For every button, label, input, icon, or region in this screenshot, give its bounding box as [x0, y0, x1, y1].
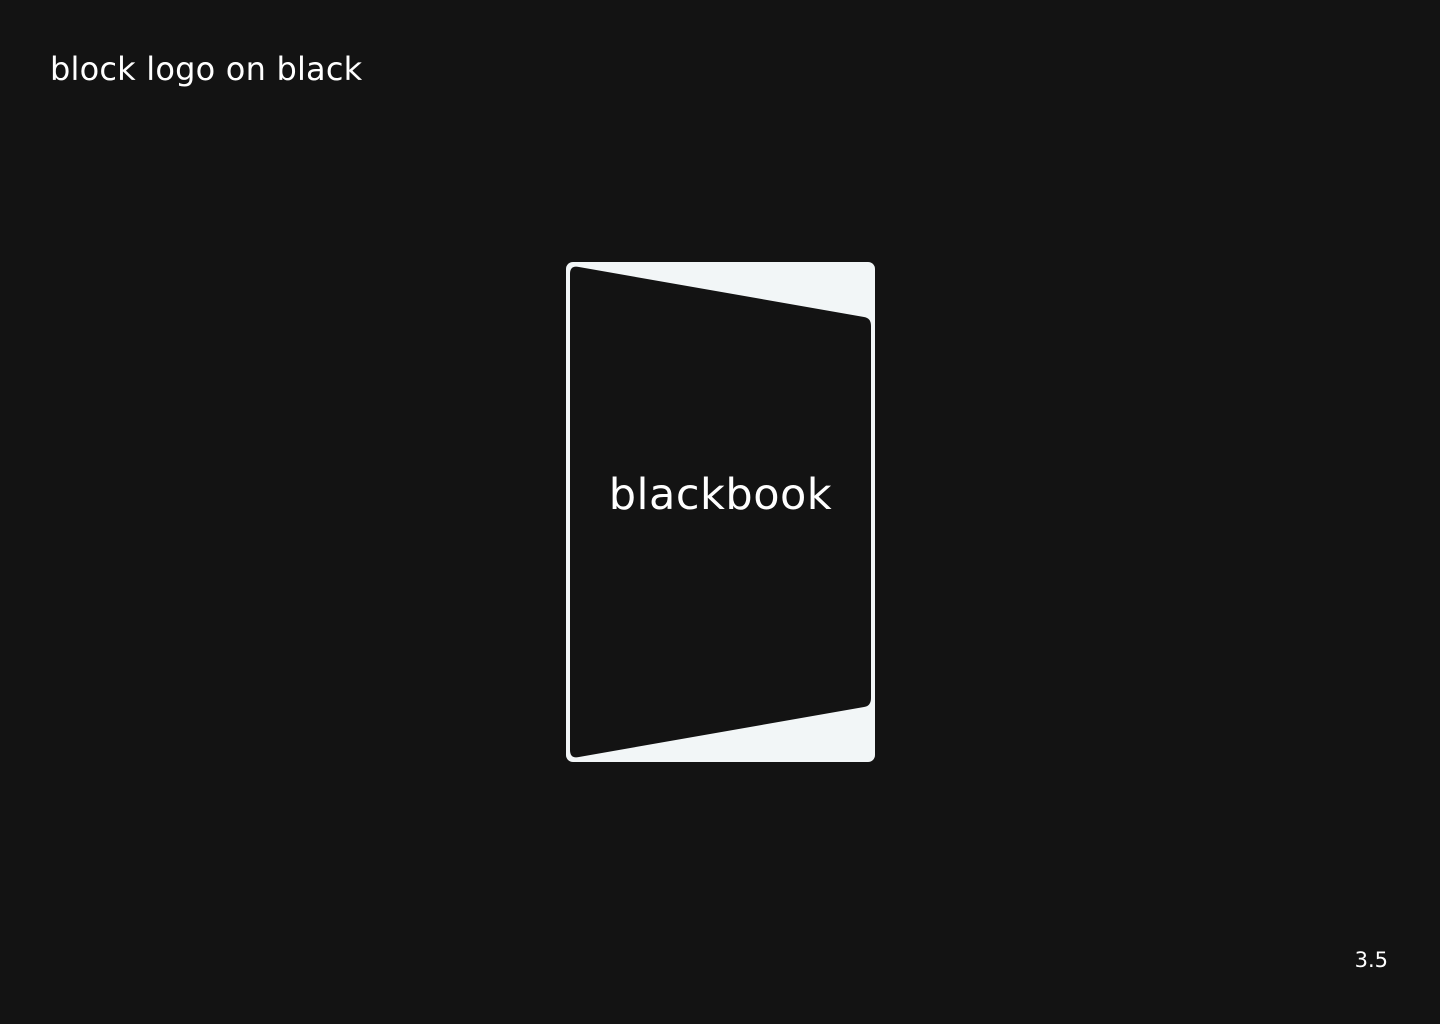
page-number: 3.5 — [1354, 948, 1388, 972]
blackbook-logo: blackbook — [566, 262, 875, 762]
page-title: block logo on black — [50, 50, 363, 88]
logo-wordmark: blackbook — [608, 470, 833, 520]
